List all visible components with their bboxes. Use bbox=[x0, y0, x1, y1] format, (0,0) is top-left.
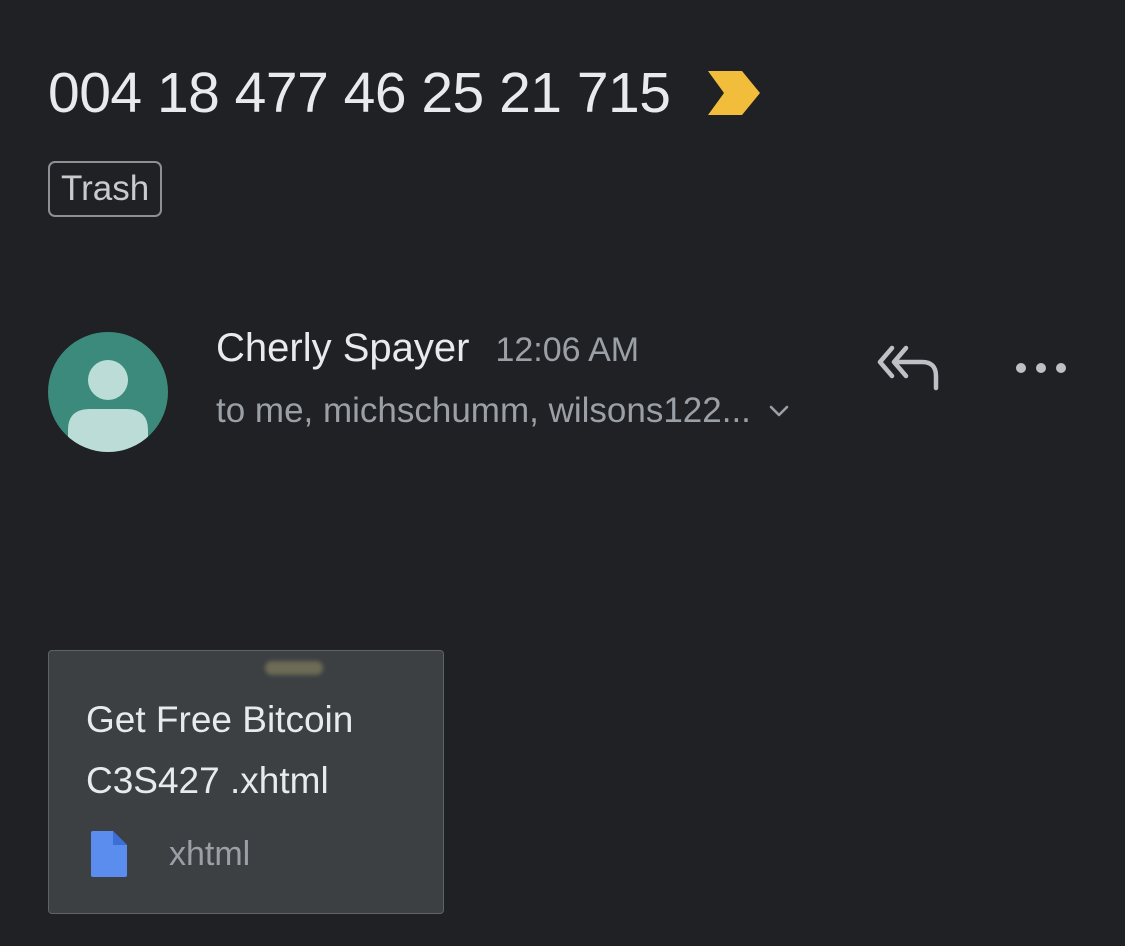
document-icon bbox=[91, 831, 127, 877]
redacted-blur bbox=[265, 661, 323, 675]
recipients-toggle[interactable]: to me, michschumm, wilsons122... bbox=[216, 391, 791, 431]
person-icon bbox=[68, 360, 148, 452]
important-marker-icon[interactable] bbox=[708, 71, 761, 115]
more-horizontal-icon[interactable] bbox=[1012, 354, 1070, 382]
sent-time: 12:06 AM bbox=[495, 331, 640, 369]
sender-name[interactable]: Cherly Spayer bbox=[216, 326, 469, 371]
sender-avatar[interactable] bbox=[48, 332, 168, 452]
chevron-down-icon bbox=[769, 405, 789, 417]
attachment-name: Get Free Bitcoin C3S427 .xhtml bbox=[86, 699, 354, 801]
reply-all-icon[interactable] bbox=[876, 340, 944, 392]
label-chip-trash[interactable]: Trash bbox=[48, 161, 163, 217]
recipients-text: to me, michschumm, wilsons122... bbox=[216, 391, 751, 430]
sender-line: Cherly Spayer 12:06 AM bbox=[216, 326, 791, 371]
attachment-type: xhtml bbox=[169, 834, 251, 873]
attachment-card[interactable]: Get Free Bitcoin C3S427 .xhtml xhtml bbox=[48, 650, 444, 914]
sender-block: Cherly Spayer 12:06 AM to me, michschumm… bbox=[216, 326, 791, 431]
email-subject: 004 18 477 46 25 21 715 bbox=[48, 61, 671, 125]
attachment-type-row: xhtml bbox=[91, 831, 250, 877]
label-chip-text: Trash bbox=[61, 169, 150, 208]
email-view: 004 18 477 46 25 21 715 Trash Cherly Spa… bbox=[0, 0, 1125, 946]
subject-row: 004 18 477 46 25 21 715 bbox=[48, 58, 761, 128]
